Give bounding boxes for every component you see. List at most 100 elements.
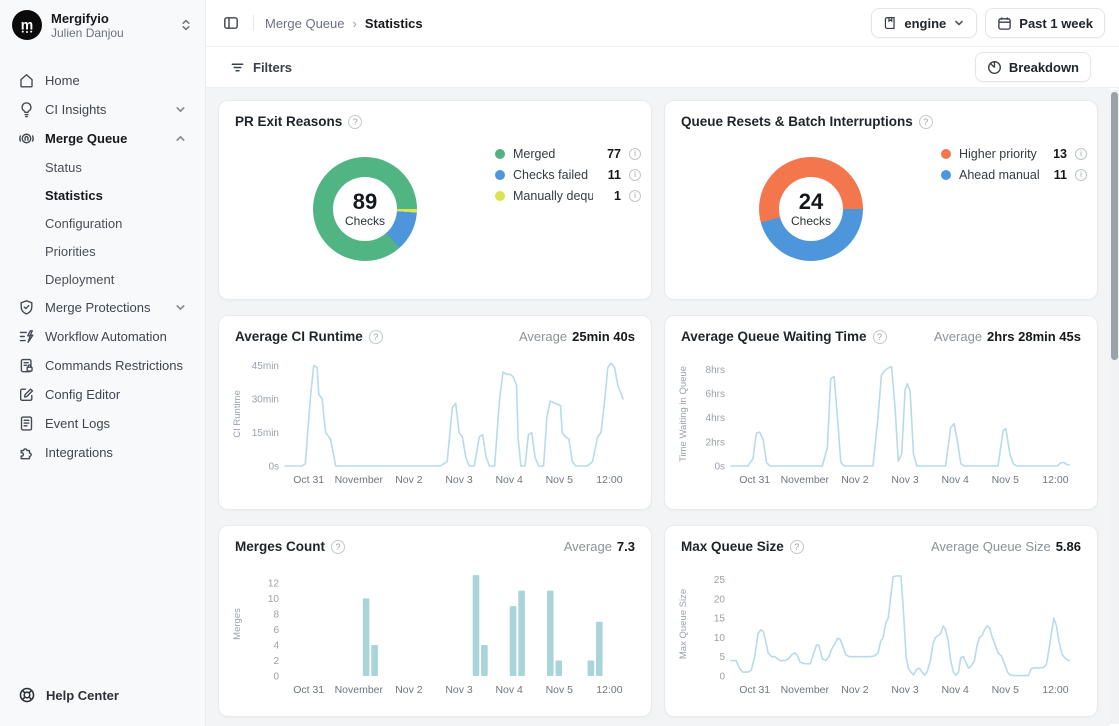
sidebar-item-label: Config Editor [45,387,187,402]
chart-container[interactable]: 0510152025Max Queue SizeOct 31NovemberNo… [665,554,1097,711]
svg-text:Time Waiting in Queue: Time Waiting in Queue [678,366,689,462]
help-icon[interactable]: ? [790,540,804,554]
sidebar-subitem-deployment[interactable]: Deployment [10,265,195,293]
sidebar-item-merge-protections[interactable]: Merge Protections [10,293,195,322]
average-value: 2hrs 28min 45s [987,329,1081,344]
help-icon[interactable]: ? [873,330,887,344]
help-icon[interactable]: ? [919,115,933,129]
filters-button[interactable]: Filters [222,55,300,80]
svg-text:Nov 2: Nov 2 [841,684,869,696]
svg-text:12:00: 12:00 [1042,684,1068,696]
legend-label: Checks failed [513,168,593,182]
help-icon[interactable]: ? [369,330,383,344]
svg-text:10: 10 [714,633,726,644]
topbar: Merge Queue › Statistics engine Past 1 w… [206,0,1119,47]
donut-chart[interactable]: 89 Checks [313,157,417,261]
chart-container[interactable]: 0s2hrs4hrs6hrs8hrsTime Waiting in QueueO… [665,344,1097,501]
sidebar-subitem-configuration[interactable]: Configuration [10,209,195,237]
bar [371,645,378,676]
help-center-label: Help Center [46,688,119,703]
sidebar-item-label: Merge Queue [45,131,164,146]
home-icon [18,72,35,89]
chart-container[interactable]: 0s15min30min45minCI RuntimeOct 31Novembe… [219,344,651,501]
average-prefix: Average [564,539,612,554]
line-series [731,367,1069,466]
svg-text:2hrs: 2hrs [706,437,725,448]
breadcrumb-separator: › [353,16,357,31]
scrollbar-thumb[interactable] [1111,92,1118,360]
divider [253,15,254,31]
help-icon[interactable]: ? [331,540,345,554]
svg-text:0: 0 [719,672,725,683]
legend-item-manually-dequeued[interactable]: Manually dequeued1i [495,185,641,206]
workspace-user: Julien Danjou [51,26,170,40]
legend-item-ahead-manually[interactable]: Ahead manually ...11i [941,164,1087,185]
svg-text:Nov 4: Nov 4 [941,684,969,696]
chart-container[interactable]: 024681012MergesOct 31NovemberNov 2Nov 3N… [219,554,651,711]
info-icon[interactable]: i [629,148,641,160]
sidebar-subitem-status[interactable]: Status [10,153,195,181]
svg-text:Nov 3: Nov 3 [891,684,919,696]
average-value: 7.3 [617,539,635,554]
svg-text:4hrs: 4hrs [706,413,725,424]
svg-text:Oct 31: Oct 31 [739,474,770,486]
legend-item-higher-priority-q[interactable]: Higher priority q...13i [941,143,1087,164]
sidebar-item-event-logs[interactable]: Event Logs [10,409,195,438]
chevron-up-icon [174,132,187,145]
svg-text:Nov 5: Nov 5 [992,684,1020,696]
sidebar-subitem-priorities[interactable]: Priorities [10,237,195,265]
sidebar-subitem-statistics[interactable]: Statistics [10,181,195,209]
sidebar-item-merge-queue[interactable]: Merge Queue [10,124,195,153]
svg-text:15: 15 [714,614,726,625]
bar [481,645,488,676]
workspace-switcher[interactable]: m Mergifyio Julien Danjou [0,0,205,48]
card-title: PR Exit Reasons [235,114,342,129]
sidebar-item-label: Event Logs [45,416,187,431]
svg-text:Nov 5: Nov 5 [546,684,574,696]
scrollbar-track[interactable] [1110,90,1119,724]
updown-caret-icon [179,18,193,32]
sidebar: m Mergifyio Julien Danjou HomeCI Insight… [0,0,206,726]
svg-text:30min: 30min [252,394,279,405]
breakdown-button[interactable]: Breakdown [975,52,1091,82]
sidebar-item-workflow-automation[interactable]: Workflow Automation [10,322,195,351]
svg-text:November: November [781,474,830,486]
sidebar-toggle-button[interactable] [220,12,242,34]
repository-select[interactable]: engine [871,8,977,38]
help-icon[interactable]: ? [348,115,362,129]
mergify-logo-icon: m [12,10,42,40]
dashboard-grid: PR Exit Reasons ? 89 Checks Merged77iChe… [206,88,1110,726]
donut-chart[interactable]: 24 Checks [759,157,863,261]
bar [473,575,480,676]
svg-text:Nov 2: Nov 2 [395,684,423,696]
donut-center-label: Checks [791,214,831,228]
legend-item-checks-failed[interactable]: Checks failed11i [495,164,641,185]
legend-item-merged[interactable]: Merged77i [495,143,641,164]
clipboard-lock-icon [18,357,35,374]
sidebar-item-integrations[interactable]: Integrations [10,438,195,467]
legend: Merged77iChecks failed11iManually dequeu… [495,143,641,261]
merge-queue-icon [18,130,35,147]
panel-left-icon [223,15,239,31]
svg-text:15min: 15min [252,428,279,439]
info-icon[interactable]: i [1075,169,1087,181]
breadcrumb-current: Statistics [365,16,423,31]
chevron-down-icon [953,17,965,29]
date-range-button[interactable]: Past 1 week [985,8,1105,38]
svg-text:Nov 5: Nov 5 [992,474,1020,486]
info-icon[interactable]: i [1075,148,1087,160]
help-center-link[interactable]: Help Center [0,686,205,726]
sidebar-item-ci-insights[interactable]: CI Insights [10,95,195,124]
info-icon[interactable]: i [629,190,641,202]
info-icon[interactable]: i [629,169,641,181]
sidebar-item-config-editor[interactable]: Config Editor [10,380,195,409]
card-pr-exit-reasons: PR Exit Reasons ? 89 Checks Merged77iChe… [218,100,652,300]
svg-text:Nov 4: Nov 4 [495,684,523,696]
breadcrumb-merge-queue[interactable]: Merge Queue [265,16,345,31]
svg-text:CI Runtime: CI Runtime [232,390,243,438]
line-series [285,363,623,466]
sidebar-item-home[interactable]: Home [10,66,195,95]
sidebar-item-commands-restrictions[interactable]: Commands Restrictions [10,351,195,380]
sidebar-item-label: Merge Protections [45,300,164,315]
svg-text:0s: 0s [268,462,279,473]
